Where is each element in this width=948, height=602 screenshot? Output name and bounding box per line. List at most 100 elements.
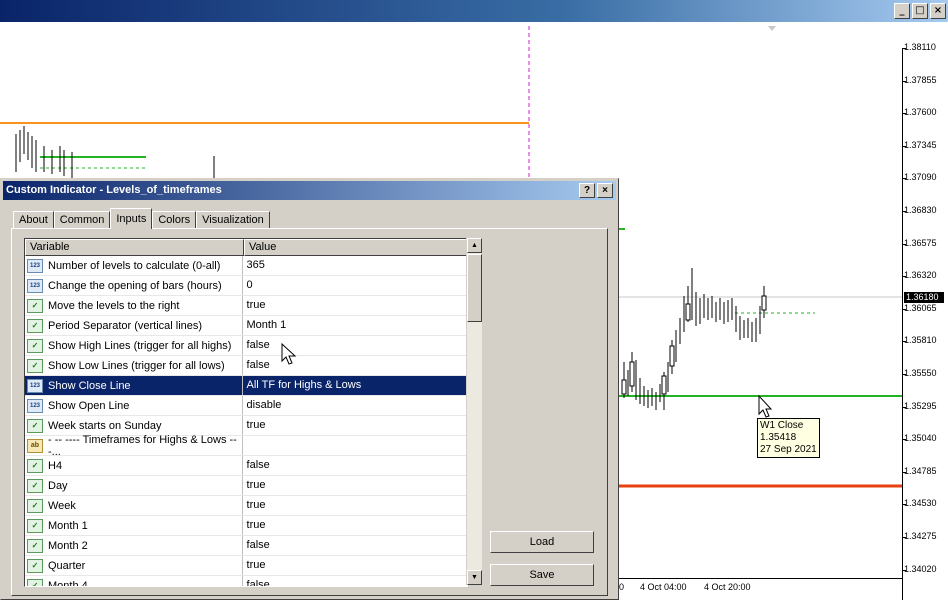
price-label: 1.36830 xyxy=(904,205,937,215)
column-header-variable[interactable]: Variable xyxy=(25,239,244,256)
value-cell[interactable]: true xyxy=(243,416,467,435)
price-tick xyxy=(902,504,906,506)
price-label: 1.37090 xyxy=(904,172,937,183)
bool-param-icon: ✓ xyxy=(27,518,43,533)
load-button[interactable]: Load xyxy=(490,531,594,553)
dialog-tabs: About Common Inputs Colors Visualization xyxy=(13,208,270,229)
variable-name: Number of levels to calculate (0-all) xyxy=(48,259,221,272)
close-window-button[interactable]: × xyxy=(930,3,946,19)
dialog-close-button[interactable]: × xyxy=(597,183,613,198)
variable-name: Show High Lines (trigger for all highs) xyxy=(48,339,232,352)
price-tick xyxy=(902,308,906,310)
grid-scrollbar[interactable]: ▲ ▼ xyxy=(466,238,482,585)
price-axis[interactable] xyxy=(902,48,948,600)
price-label: 1.35295 xyxy=(904,400,937,411)
input-row[interactable]: 123 Change the opening of bars (hours) 0 xyxy=(25,276,467,296)
variable-name: Move the levels to the right xyxy=(48,299,180,312)
column-header-value[interactable]: Value xyxy=(244,239,467,256)
variable-cell: 123 Show Close Line xyxy=(25,376,243,395)
value-cell[interactable]: false xyxy=(243,456,467,475)
tab-inputs[interactable]: Inputs xyxy=(110,208,153,229)
price-tick xyxy=(902,145,906,147)
input-row[interactable]: ✓ Month 4 false xyxy=(25,576,467,586)
maximize-button[interactable]: □ xyxy=(912,3,928,19)
value-cell[interactable] xyxy=(243,436,467,455)
input-row[interactable]: ✓ Show High Lines (trigger for all highs)… xyxy=(25,336,467,356)
value-cell[interactable]: All TF for Highs & Lows xyxy=(243,376,467,395)
variable-cell: ✓ Show High Lines (trigger for all highs) xyxy=(25,336,243,355)
input-row[interactable]: ✓ Move the levels to the right true xyxy=(25,296,467,316)
value-cell[interactable]: false xyxy=(243,356,467,375)
value-cell[interactable]: false xyxy=(243,336,467,355)
value-cell[interactable]: true xyxy=(243,476,467,495)
value-cell[interactable]: false xyxy=(243,536,467,555)
value-cell[interactable]: Month 1 xyxy=(243,316,467,335)
variable-cell: ✓ Month 2 xyxy=(25,536,243,555)
price-label: 1.36065 xyxy=(904,302,937,313)
input-row[interactable]: ✓ Period Separator (vertical lines) Month … xyxy=(25,316,467,336)
save-button[interactable]: Save xyxy=(490,564,594,586)
input-row[interactable]: 123 Show Open Line disable xyxy=(25,396,467,416)
value-cell[interactable]: true xyxy=(243,296,467,315)
tab-about[interactable]: About xyxy=(13,211,54,229)
scroll-up-button[interactable]: ▲ xyxy=(467,238,482,253)
variable-cell: 123 Change the opening of bars (hours) xyxy=(25,276,243,295)
input-row[interactable]: ✓ Month 1 true xyxy=(25,516,467,536)
bool-param-icon: ✓ xyxy=(27,338,43,353)
help-button[interactable]: ? xyxy=(579,183,595,198)
variable-name: Quarter xyxy=(48,559,86,572)
window-titlebar: _ □ × xyxy=(0,0,948,22)
price-label: 1.34020 xyxy=(904,563,937,574)
scroll-thumb[interactable] xyxy=(467,254,482,322)
input-row[interactable]: ✓ Week true xyxy=(25,496,467,516)
price-label: 1.35550 xyxy=(904,368,937,378)
grid-rows: 123 Number of levels to calculate (0-all)… xyxy=(25,256,467,586)
value-cell[interactable]: false xyxy=(243,576,467,586)
tooltip-line: W1 Close xyxy=(760,420,804,431)
variable-name: Month 1 xyxy=(48,519,88,532)
inputs-grid[interactable]: Variable Value 123 Number of levels to ca… xyxy=(24,238,468,587)
value-cell[interactable]: true xyxy=(243,556,467,575)
input-row[interactable]: 123 Show Close Line All TF for Highs & Low… xyxy=(25,376,467,396)
variable-name: Show Low Lines (trigger for all lows) xyxy=(48,359,225,372)
variable-name: - -- ---- Timeframes for Highs & Lows --… xyxy=(48,433,237,458)
tab-common[interactable]: Common xyxy=(53,211,111,229)
variable-cell: ✓ Show Low Lines (trigger for all lows) xyxy=(25,356,243,375)
input-row[interactable]: ✓ H4 false xyxy=(25,456,467,476)
tab-colors[interactable]: Colors xyxy=(152,211,197,229)
input-row[interactable]: 123 Number of levels to calculate (0-all)… xyxy=(25,256,467,276)
bool-param-icon: ✓ xyxy=(27,358,43,373)
input-row[interactable]: ✓ Day true xyxy=(25,476,467,496)
tooltip-line: 27 Sep 2021 xyxy=(760,444,817,455)
value-cell[interactable]: 0 xyxy=(243,276,467,295)
minimize-button[interactable]: _ xyxy=(894,3,910,19)
price-tick xyxy=(902,439,906,441)
variable-cell: ✓ Period Separator (vertical lines) xyxy=(25,316,243,335)
value-cell[interactable]: true xyxy=(243,496,467,515)
variable-cell: ✓ Month 1 xyxy=(25,516,243,535)
price-tick xyxy=(902,211,906,212)
variable-name: H4 xyxy=(48,459,63,472)
price-tick xyxy=(902,406,906,408)
tooltip-line: 1.35418 xyxy=(760,432,797,443)
scroll-down-button[interactable]: ▼ xyxy=(467,570,482,585)
value-cell[interactable]: disable xyxy=(243,396,467,415)
variable-cell: ✓ Week starts on Sunday xyxy=(25,416,243,435)
variable-name: Day xyxy=(48,479,68,492)
input-row[interactable]: ✓ Month 2 false xyxy=(25,536,467,556)
tab-visualization[interactable]: Visualization xyxy=(196,211,270,229)
input-row[interactable]: ab - -- ---- Timeframes for Highs & Lows … xyxy=(25,433,467,458)
price-tick xyxy=(902,178,906,180)
grid-header: Variable Value xyxy=(25,239,467,256)
value-cell[interactable]: 365 xyxy=(243,256,467,275)
bool-param-icon: ✓ xyxy=(27,478,43,493)
value-cell[interactable]: true xyxy=(243,516,467,535)
chart-tooltip: W1 Close 1.35418 27 Sep 2021 xyxy=(757,418,820,458)
price-label: 1.35040 xyxy=(904,433,937,444)
input-row[interactable]: ✓ Show Low Lines (trigger for all lows) fa… xyxy=(25,356,467,376)
time-axis-line xyxy=(619,578,902,579)
bool-param-icon: ✓ xyxy=(27,498,43,513)
price-tick xyxy=(902,113,906,115)
input-row[interactable]: ✓ Quarter true xyxy=(25,556,467,576)
int-param-icon: 123 xyxy=(27,278,43,293)
